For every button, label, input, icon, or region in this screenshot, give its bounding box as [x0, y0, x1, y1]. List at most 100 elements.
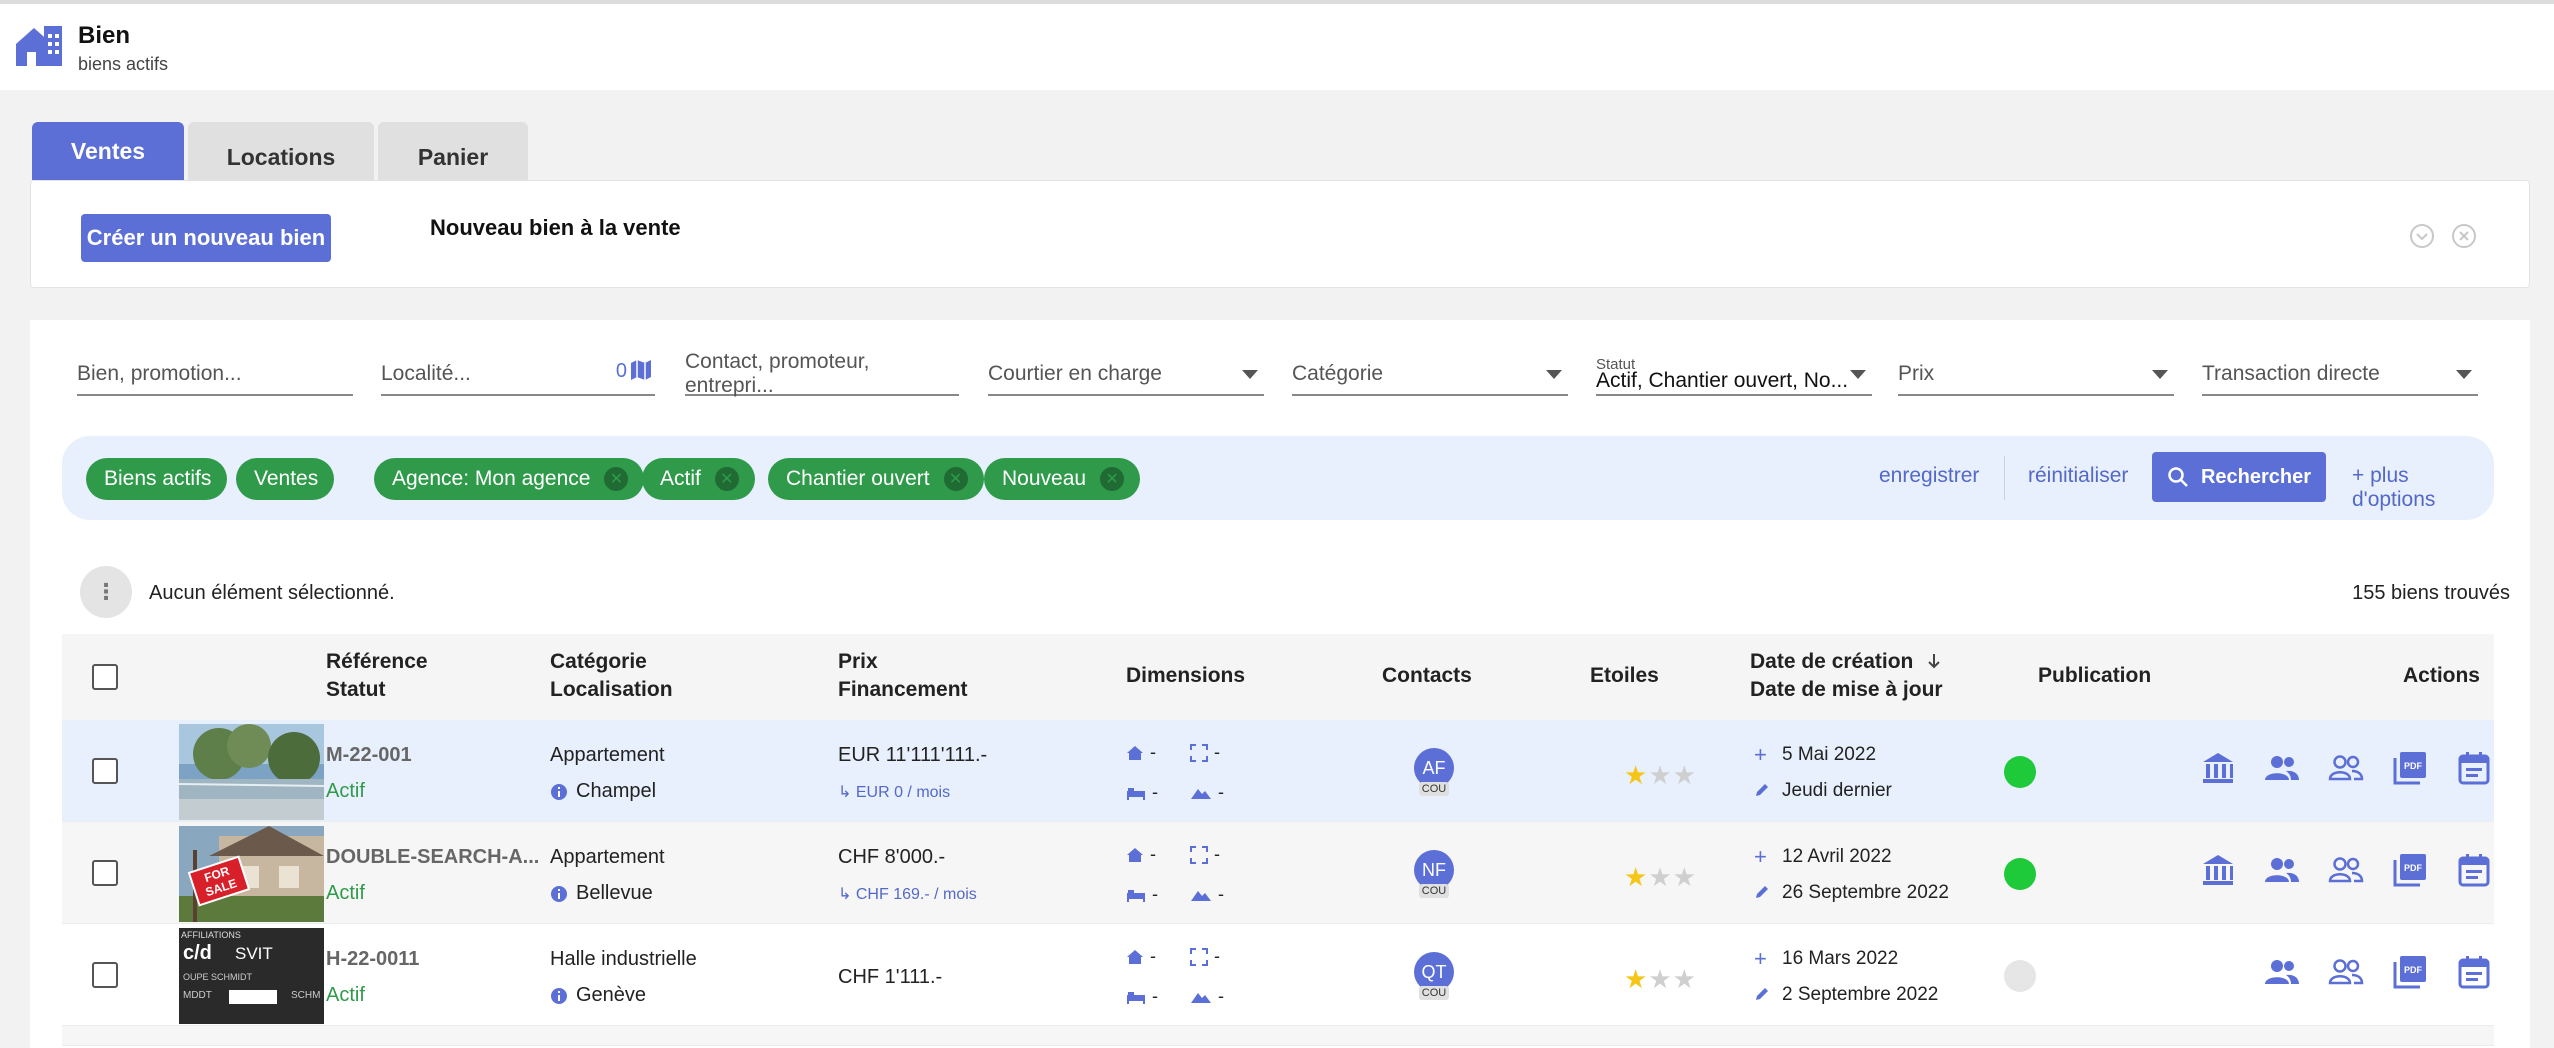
page-title: Bien: [78, 22, 131, 49]
save-search-button[interactable]: enregistrer: [1879, 464, 1979, 488]
col-etoiles[interactable]: Etoiles: [1590, 662, 1659, 690]
property-category: Halle industrielle: [550, 948, 697, 970]
property-reference[interactable]: DOUBLE-SEARCH-A...: [326, 846, 539, 869]
create-card: Créer un nouveau bien Nouveau bien à la …: [30, 180, 2530, 288]
row-checkbox[interactable]: [92, 860, 118, 886]
table-row[interactable]: M-22-001 Actif Appartement Champel EUR 1…: [62, 720, 2494, 822]
people-icon[interactable]: [2264, 750, 2300, 786]
people-outline-icon[interactable]: [2328, 750, 2364, 786]
thumb-text: c/d: [183, 942, 212, 964]
dim-surface: -: [1190, 844, 1220, 865]
table-row[interactable]: [62, 1026, 2494, 1046]
col-dates[interactable]: Date de création Date de mise à jour: [1750, 648, 1943, 704]
transaction-select[interactable]: Transaction directe: [2202, 354, 2478, 396]
publication-status-dot[interactable]: [2004, 858, 2036, 890]
calendar-icon[interactable]: [2456, 954, 2492, 990]
close-icon[interactable]: [2451, 223, 2477, 249]
col-publication[interactable]: Publication: [2038, 662, 2151, 690]
selection-bar: ⋮ Aucun élément sélectionné. 155 biens t…: [80, 564, 2510, 620]
created-value: 12 Avril 2022: [1782, 846, 1892, 867]
localite-input[interactable]: Localité... 0: [381, 354, 655, 396]
fullscreen-icon: [1190, 845, 1208, 864]
property-thumbnail[interactable]: AFFILIATIONS c/d SVIT OUPE SCHMIDT MDDT …: [179, 928, 324, 1024]
localite-placeholder: Localité...: [381, 362, 471, 385]
col-prix-fin[interactable]: Prix Financement: [838, 648, 968, 704]
col-contacts[interactable]: Contacts: [1382, 662, 1472, 690]
property-thumbnail[interactable]: [179, 724, 324, 820]
updated-date: Jeudi dernier: [1756, 780, 1892, 802]
reset-button[interactable]: réinitialiser: [2028, 464, 2128, 488]
chip-chantier-ouvert[interactable]: Chantier ouvert ✕: [768, 458, 984, 500]
property-price: EUR 11'111'111.-: [838, 744, 988, 766]
updated-value: 26 Septembre 2022: [1782, 882, 1949, 903]
prix-select[interactable]: Prix: [1898, 354, 2174, 396]
col-cat-loc[interactable]: Catégorie Localisation: [550, 648, 673, 704]
home-icon: [1127, 847, 1143, 862]
more-options-button[interactable]: + plus d'options: [2352, 464, 2494, 512]
chevron-down-icon: [1546, 370, 1562, 379]
search-button[interactable]: Rechercher: [2152, 452, 2326, 502]
dim-living: -: [1126, 946, 1156, 967]
publication-status-dot[interactable]: [2004, 960, 2036, 992]
remove-chip-icon[interactable]: ✕: [943, 467, 968, 491]
bed-icon: [1127, 889, 1145, 902]
star-rating[interactable]: ★★★: [1624, 760, 1697, 791]
remove-chip-icon[interactable]: ✕: [714, 467, 739, 491]
star-rating[interactable]: ★★★: [1624, 862, 1697, 893]
table-row[interactable]: AFFILIATIONS c/d SVIT OUPE SCHMIDT MDDT …: [62, 924, 2494, 1026]
dim-value: -: [1150, 946, 1156, 966]
tab-ventes[interactable]: Ventes: [32, 122, 184, 180]
property-reference[interactable]: H-22-0011: [326, 948, 419, 971]
table-row[interactable]: FOR SALE DOUBLE-SEARCH-A... Actif Appart…: [62, 822, 2494, 924]
chip-biens-actifs[interactable]: Biens actifs: [86, 458, 228, 500]
col-dimensions[interactable]: Dimensions: [1126, 662, 1245, 690]
publication-status-dot[interactable]: [2004, 756, 2036, 788]
people-outline-icon[interactable]: [2328, 954, 2364, 990]
svg-text:PDF: PDF: [2404, 761, 2423, 771]
property-financing[interactable]: ↳ CHF 169.- / mois: [838, 884, 977, 904]
fullscreen-icon: [1190, 947, 1208, 966]
map-icon[interactable]: [629, 358, 653, 382]
chip-nouveau[interactable]: Nouveau ✕: [984, 458, 1141, 500]
chip-agence[interactable]: Agence: Mon agence ✕: [374, 458, 645, 500]
chip-ventes[interactable]: Ventes: [236, 458, 335, 500]
row-checkbox[interactable]: [92, 758, 118, 784]
property-financing[interactable]: ↳ EUR 0 / mois: [838, 782, 950, 802]
property-reference[interactable]: M-22-001: [326, 744, 412, 767]
pdf-icon[interactable]: PDF: [2392, 954, 2428, 990]
select-all-checkbox[interactable]: [92, 664, 118, 690]
star-rating[interactable]: ★★★: [1624, 964, 1697, 995]
chip-actif[interactable]: Actif ✕: [642, 458, 755, 500]
col-ref-status[interactable]: Référence Statut: [326, 648, 428, 704]
dim-rooms: -: [1126, 986, 1158, 1007]
people-icon[interactable]: [2264, 954, 2300, 990]
pdf-icon[interactable]: PDF: [2392, 750, 2428, 786]
categorie-select[interactable]: Catégorie: [1292, 354, 1568, 396]
people-outline-icon[interactable]: [2328, 852, 2364, 888]
courtier-select[interactable]: Courtier en charge: [988, 354, 1264, 396]
collapse-icon[interactable]: [2409, 223, 2435, 249]
bank-icon[interactable]: [2200, 750, 2236, 786]
remove-chip-icon[interactable]: ✕: [604, 467, 629, 491]
property-thumbnail[interactable]: FOR SALE: [179, 826, 324, 922]
row-checkbox[interactable]: [92, 962, 118, 988]
courtier-label: Courtier en charge: [988, 362, 1162, 385]
pdf-icon[interactable]: PDF: [2392, 852, 2428, 888]
plus-icon: +: [1754, 742, 1767, 767]
contact-search-input[interactable]: Contact, promoteur, entrepri...: [685, 350, 959, 397]
bank-icon[interactable]: [2200, 852, 2236, 888]
property-location: Bellevue: [550, 882, 653, 905]
create-property-button[interactable]: Créer un nouveau bien: [81, 214, 331, 262]
people-icon[interactable]: [2264, 852, 2300, 888]
remove-chip-icon[interactable]: ✕: [1100, 467, 1125, 491]
calendar-icon[interactable]: [2456, 852, 2492, 888]
location-label: Champel: [576, 780, 657, 802]
tab-locations[interactable]: Locations: [188, 122, 374, 180]
statut-select[interactable]: Actif, Chantier ouvert, No...: [1596, 354, 1872, 396]
more-vert-icon[interactable]: ⋮: [80, 566, 132, 618]
dim-value: -: [1218, 782, 1224, 802]
calendar-icon[interactable]: [2456, 750, 2492, 786]
bien-search-input[interactable]: Bien, promotion...: [77, 354, 353, 396]
terrain-icon: [1191, 992, 1211, 1003]
tab-panier[interactable]: Panier: [378, 122, 528, 180]
